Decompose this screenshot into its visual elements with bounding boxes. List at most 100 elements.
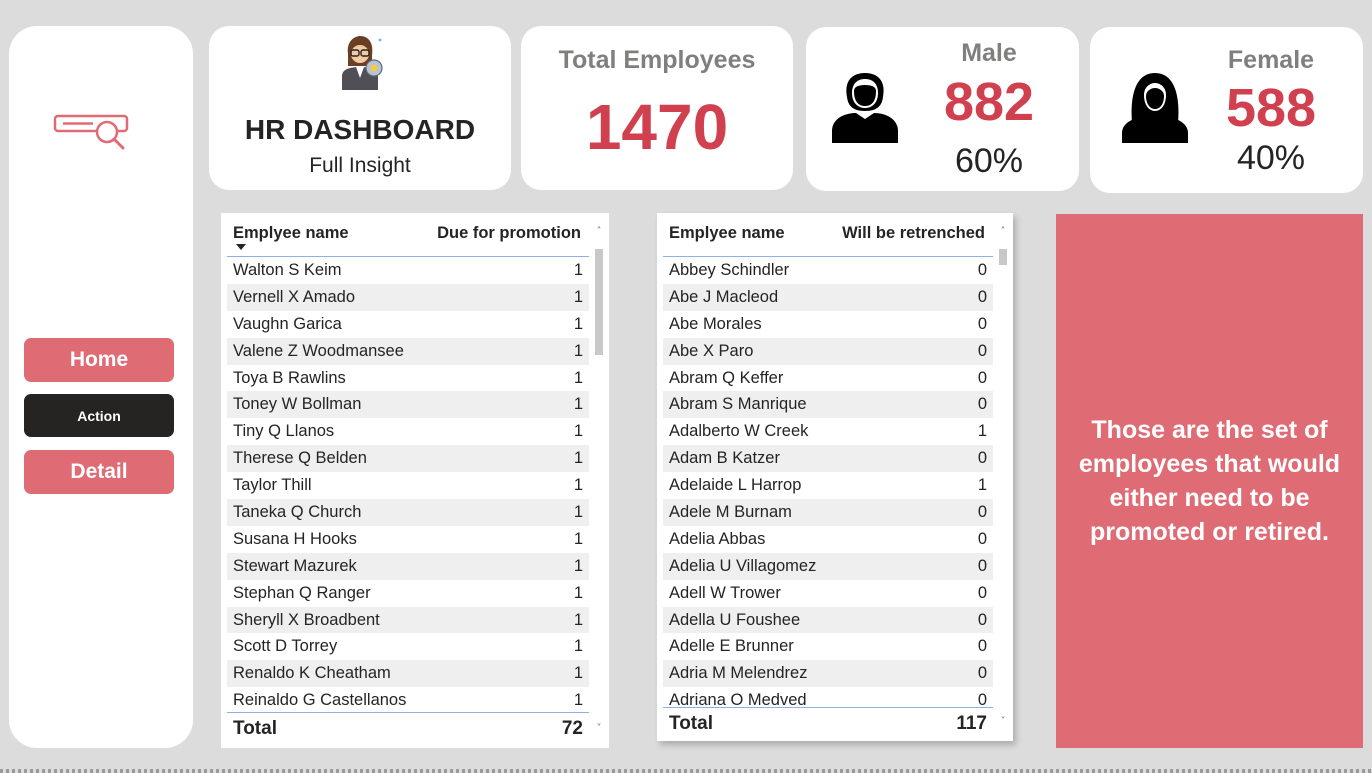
retrenchment-table[interactable]: Emplyee name Will be retrenched Abbey Sc… (657, 213, 1013, 741)
total-employees-card: Total Employees 1470 (521, 26, 793, 190)
table-row[interactable]: Stewart Mazurek 1 (227, 552, 589, 580)
table-row[interactable]: Tiny Q Llanos 1 (227, 418, 589, 445)
table-row[interactable]: Adam B Katzer 0 (663, 445, 993, 473)
value-cell: 1 (977, 476, 987, 495)
scroll-thumb[interactable] (595, 249, 603, 355)
employee-name-cell: Vernell X Amado (233, 287, 355, 306)
table-row[interactable]: Adriana O Medved 0 (663, 687, 993, 707)
table-row[interactable]: Abe Morales 0 (663, 311, 993, 338)
table-row[interactable]: Abe X Paro 0 (663, 337, 993, 365)
employee-name-cell: Adelia Abbas (669, 529, 766, 548)
value-cell: 0 (977, 287, 987, 306)
total-value: 72 (561, 717, 583, 739)
table-row[interactable]: Vaughn Garica 1 (227, 311, 589, 338)
table-row[interactable]: Susana H Hooks 1 (227, 526, 589, 553)
value-cell: 1 (573, 637, 583, 656)
value-cell: 0 (977, 341, 987, 360)
scroll-up-icon[interactable]: ˄ (594, 227, 604, 237)
table-row[interactable]: Sheryll X Broadbent 1 (227, 606, 589, 634)
table-row[interactable]: Walton S Keim 1 (227, 257, 589, 284)
dashboard-title: HR DASHBOARD (244, 114, 476, 145)
employee-name-cell: Stewart Mazurek (233, 556, 357, 575)
value-cell: 0 (977, 556, 987, 575)
info-box: Those are the set of employees that woul… (1056, 214, 1363, 748)
table-header: Emplyee name Will be retrenched (663, 213, 993, 257)
value-cell: 0 (977, 449, 987, 468)
table-header: Emplyee name Due for promotion (227, 213, 589, 257)
table-row[interactable]: Adalberto W Creek 1 (663, 418, 993, 445)
employee-name-cell: Walton S Keim (233, 260, 342, 279)
table-row[interactable]: Adria M Melendrez 0 (663, 660, 993, 688)
column-header-employee-name[interactable]: Emplyee name (663, 224, 842, 243)
scroll-down-icon[interactable]: ˅ (998, 717, 1008, 727)
vertical-scrollbar[interactable]: ˄ ˅ (594, 227, 604, 734)
table-row[interactable]: Adele M Burnam 0 (663, 499, 993, 526)
search-report-icon (53, 114, 129, 150)
value-cell: 1 (573, 691, 583, 710)
female-person-icon (1122, 73, 1188, 143)
detail-button[interactable]: Detail (24, 450, 174, 494)
sort-descending-icon[interactable] (236, 244, 246, 250)
promotion-table[interactable]: Emplyee name Due for promotion Walton S … (221, 213, 609, 748)
table-row[interactable]: Scott D Torrey 1 (227, 633, 589, 660)
employee-name-cell: Tiny Q Llanos (233, 422, 335, 441)
action-button[interactable]: Action (24, 394, 174, 437)
column-header-employee-name[interactable]: Emplyee name (227, 224, 437, 243)
table-row[interactable]: Adelle E Brunner 0 (663, 633, 993, 660)
table-row[interactable]: Adelaide L Harrop 1 (663, 472, 993, 499)
table-row[interactable]: Toney W Bollman 1 (227, 391, 589, 419)
vertical-scrollbar[interactable]: ˄ ˅ (998, 227, 1008, 727)
employee-name-cell: Susana H Hooks (233, 529, 357, 548)
employee-name-cell: Taneka Q Church (233, 502, 362, 521)
table-row[interactable]: Therese Q Belden 1 (227, 445, 589, 473)
value-cell: 0 (977, 502, 987, 521)
value-cell: 1 (573, 502, 583, 521)
scroll-thumb[interactable] (999, 249, 1007, 265)
value-cell: 1 (573, 260, 583, 279)
table-row[interactable]: Reinaldo G Castellanos 1 (227, 687, 589, 712)
table-row[interactable]: Adelia Abbas 0 (663, 526, 993, 553)
table-row[interactable]: Vernell X Amado 1 (227, 283, 589, 311)
sidebar: Home Action Detail (9, 26, 193, 748)
employee-name-cell: Abram S Manrique (669, 395, 807, 414)
employee-name-cell: Abram Q Keffer (669, 368, 784, 387)
column-header-will-be-retrenched[interactable]: Will be retrenched (842, 224, 993, 243)
dashboard-subtitle: Full Insight (309, 154, 411, 177)
table-row[interactable]: Adell W Trower 0 (663, 580, 993, 607)
table-row[interactable]: Taylor Thill 1 (227, 472, 589, 499)
employee-name-cell: Abe Morales (669, 314, 762, 333)
table-row[interactable]: Taneka Q Church 1 (227, 499, 589, 526)
table-row[interactable]: Valene Z Woodmansee 1 (227, 337, 589, 365)
table-row[interactable]: Abram Q Keffer 0 (663, 365, 993, 392)
employee-name-cell: Adele M Burnam (669, 502, 792, 521)
scroll-down-icon[interactable]: ˅ (594, 724, 604, 734)
employee-name-cell: Adelaide L Harrop (669, 476, 802, 495)
female-label: Female (1227, 46, 1315, 74)
scroll-up-icon[interactable]: ˄ (998, 227, 1008, 237)
table-row[interactable]: Adella U Foushee 0 (663, 606, 993, 634)
total-label: Total (233, 717, 277, 739)
table-row[interactable]: Abbey Schindler 0 (663, 257, 993, 284)
value-cell: 1 (573, 556, 583, 575)
male-count: 882 (943, 72, 1035, 132)
table-row[interactable]: Abram S Manrique 0 (663, 391, 993, 419)
table-row[interactable]: Renaldo K Cheatham 1 (227, 660, 589, 688)
employee-name-cell: Reinaldo G Castellanos (233, 691, 407, 710)
value-cell: 0 (977, 260, 987, 279)
value-cell: 1 (573, 664, 583, 683)
value-cell: 1 (573, 476, 583, 495)
employee-name-cell: Abe J Macleod (669, 287, 779, 306)
table-row[interactable]: Abe J Macleod 0 (663, 283, 993, 311)
table-row[interactable]: Adelia U Villagomez 0 (663, 552, 993, 580)
value-cell: 0 (977, 637, 987, 656)
home-button[interactable]: Home (24, 338, 174, 382)
female-percent: 40% (1236, 139, 1306, 177)
table-row[interactable]: Stephan Q Ranger 1 (227, 580, 589, 607)
column-header-due-for-promotion[interactable]: Due for promotion (437, 224, 589, 243)
value-cell: 0 (977, 395, 987, 414)
employee-name-cell: Therese Q Belden (233, 449, 367, 468)
value-cell: 0 (977, 529, 987, 548)
employee-name-cell: Renaldo K Cheatham (233, 664, 391, 683)
table-row[interactable]: Toya B Rawlins 1 (227, 365, 589, 392)
employee-name-cell: Valene Z Woodmansee (233, 341, 404, 360)
